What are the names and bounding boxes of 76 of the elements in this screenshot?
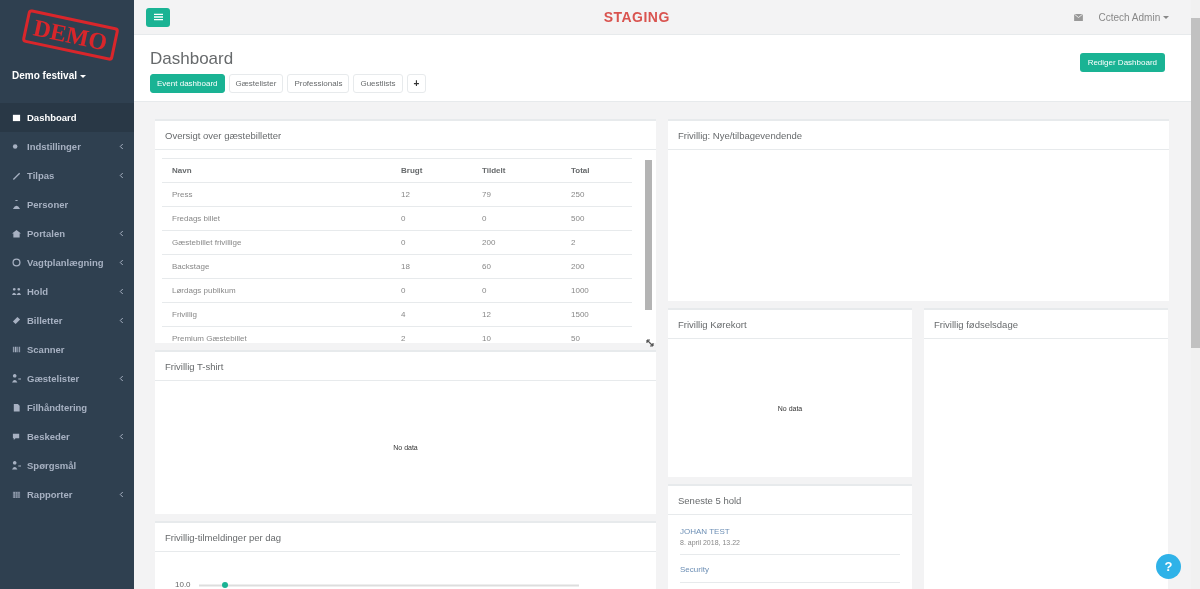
table-cell: Frivillig (162, 302, 391, 327)
sidebar-item[interactable]: Hold (0, 277, 134, 306)
table-cell: 200 (561, 254, 632, 279)
panel-title: Oversigt over gæstebilletter (155, 121, 656, 150)
table-cell: 12 (391, 182, 472, 207)
edit-dashboard-button[interactable]: Rediger Dashboard (1079, 53, 1165, 72)
table-cell: 1000 (561, 278, 632, 303)
environment-label: STAGING (602, 9, 671, 25)
column-header: Navn (162, 158, 391, 183)
user-menu[interactable]: Cctech Admin (1098, 11, 1169, 23)
file-icon (12, 403, 21, 412)
dashboard-tab[interactable]: Guestlists (353, 74, 403, 93)
column-header: Tildelt (472, 158, 561, 183)
sidebar-item[interactable]: Beskeder (0, 422, 134, 451)
panel-title: Frivillig: Nye/tilbagevendende (668, 121, 1169, 150)
column-header: Total (561, 158, 632, 183)
sidebar-item[interactable]: Rapporter (0, 480, 134, 509)
demo-stamp: DEMO (21, 8, 120, 62)
dashboard-tab[interactable]: Gæstelister (228, 74, 284, 93)
team-link[interactable]: Security (680, 565, 900, 574)
table-cell: 79 (472, 182, 561, 207)
axis-tick-label: 10.0 (175, 580, 191, 589)
table-cell: 0 (391, 206, 472, 231)
sidebar-item[interactable]: Filhåndtering (0, 393, 134, 422)
column-header: Brugt (391, 158, 472, 183)
table-cell: 1500 (561, 302, 632, 327)
chat-icon (12, 432, 21, 441)
resize-icon[interactable] (646, 339, 654, 347)
users-icon (12, 287, 21, 296)
sidebar-item[interactable]: Tilpas (0, 161, 134, 190)
sidebar-item[interactable]: Indstillinger (0, 132, 134, 161)
table-cell: 250 (561, 182, 632, 207)
page-title: Dashboard (150, 49, 235, 69)
add-tab-button[interactable]: + (406, 74, 427, 93)
table-cell: 500 (561, 206, 632, 231)
table-cell: Fredags billet (162, 206, 391, 231)
sidebar-item[interactable]: Dashboard (0, 103, 134, 132)
panel-title: Frivillig fødselsdage (924, 310, 1168, 339)
team-link[interactable]: JOHAN TEST (680, 527, 900, 536)
table-cell: 200 (472, 230, 561, 255)
table-icon (12, 490, 21, 499)
panel-title: Frivillig-tilmeldinger per dag (155, 523, 656, 552)
ticket-icon (12, 316, 21, 325)
user-icon (12, 200, 21, 209)
table-cell: Lørdags publikum (162, 278, 391, 303)
table-cell: 0 (391, 230, 472, 255)
table-cell: 4 (391, 302, 472, 327)
sidebar-item[interactable]: Gæstelister (0, 364, 134, 393)
panel-title: Seneste 5 hold (668, 486, 912, 515)
sidebar-item[interactable]: Vagtplanlægning (0, 248, 134, 277)
dashboard-tab[interactable]: Professionals (287, 74, 350, 93)
table-cell: 0 (391, 278, 472, 303)
barcode-icon (12, 345, 21, 354)
table-cell: 60 (472, 254, 561, 279)
table-cell: 2 (561, 230, 632, 255)
table-cell: 0 (472, 206, 561, 231)
table-cell: 18 (391, 254, 472, 279)
dashboard-tab[interactable]: Event dashboard (150, 74, 225, 93)
event-dropdown[interactable]: Demo festival (12, 70, 86, 81)
menu-icon (153, 13, 163, 21)
sidebar-item[interactable]: Billetter (0, 306, 134, 335)
home-icon (12, 229, 21, 238)
sidebar-item[interactable]: Spørgsmål (0, 451, 134, 480)
sidebar-item[interactable]: Portalen (0, 219, 134, 248)
menu-button[interactable] (146, 7, 170, 27)
mail-icon[interactable] (1073, 13, 1083, 21)
table-cell: 12 (472, 302, 561, 327)
panel-title: Frivillig Kørekort (668, 310, 912, 339)
table-cell: Gæstebillet frivillige (162, 230, 391, 255)
table-cell: Press (162, 182, 391, 207)
table-cell: 0 (472, 278, 561, 303)
panel-title: Frivillig T-shirt (155, 352, 656, 381)
sidebar-item[interactable]: Scanner (0, 335, 134, 364)
brush-icon (12, 171, 21, 180)
table-cell: Backstage (162, 254, 391, 279)
sidebar-item[interactable]: Personer (0, 190, 134, 219)
